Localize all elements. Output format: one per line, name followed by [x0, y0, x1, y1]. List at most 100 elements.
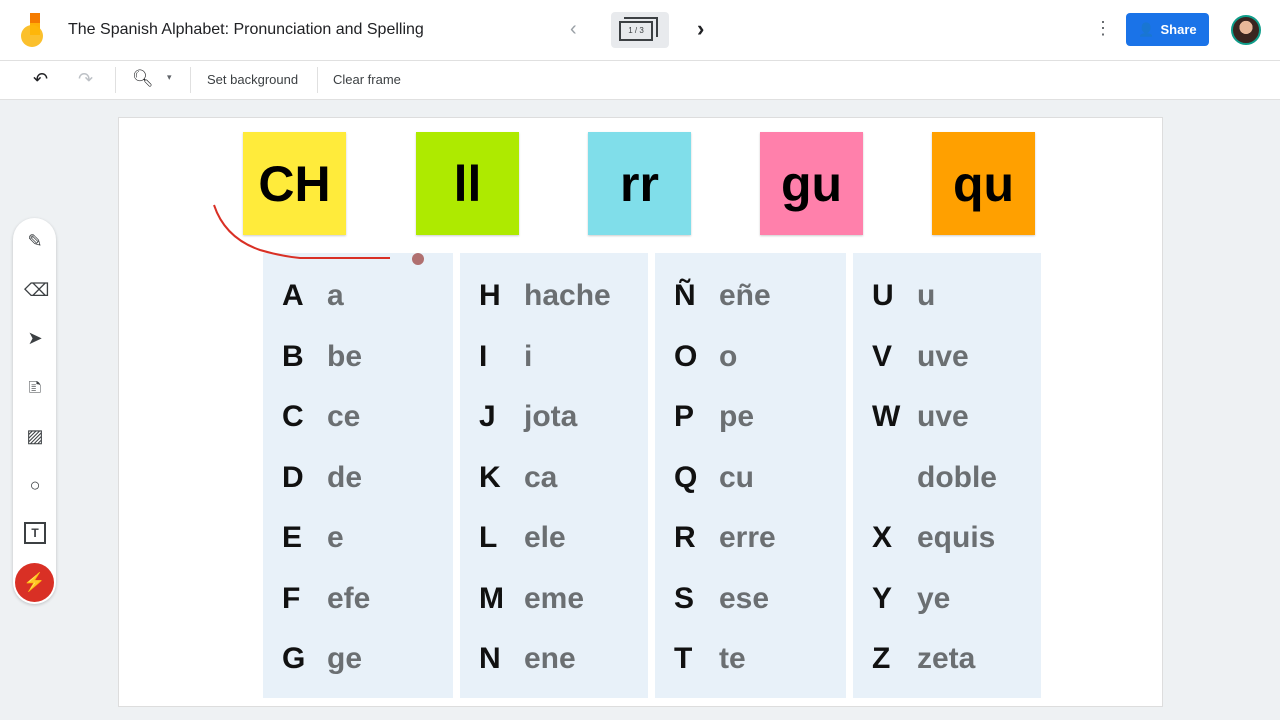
- letter-name: a: [327, 279, 344, 312]
- letter-row: Wuve: [872, 397, 969, 437]
- letter-name: e: [327, 521, 344, 554]
- letter-name: ele: [524, 521, 566, 554]
- letter-row: Nene: [479, 639, 576, 679]
- letter-name: ca: [524, 460, 558, 494]
- letter: G: [282, 642, 306, 675]
- letter-row: doble: [872, 458, 997, 498]
- sticky-note[interactable]: gu: [760, 132, 863, 235]
- letter-row: Aa: [282, 276, 344, 316]
- letter-name: hache: [524, 279, 611, 312]
- sticky-note[interactable]: rr: [588, 132, 691, 235]
- letter-name: ese: [719, 581, 770, 615]
- letter: Ñ: [674, 279, 696, 312]
- pen-icon[interactable]: ✎: [24, 230, 46, 252]
- letter-row: Vuve: [872, 337, 969, 377]
- alphabet-column[interactable]: Ñeñe Oo Ppe Qcu Rerre Sese Tte: [655, 253, 846, 698]
- letter-name: uve: [917, 400, 969, 433]
- sticky-note[interactable]: CH: [243, 132, 346, 235]
- letter-row: Tte: [674, 639, 746, 679]
- letter-row: Hhache: [479, 276, 611, 316]
- letter-name: efe: [327, 581, 371, 615]
- letter: O: [674, 339, 698, 373]
- letter-row: Qcu: [674, 458, 754, 498]
- letter-row: Kca: [479, 458, 557, 498]
- more-options-icon[interactable]: ⋮: [1094, 18, 1112, 39]
- letter-name: ce: [327, 400, 361, 433]
- letter: V: [872, 339, 893, 373]
- share-button[interactable]: 👤 Share: [1126, 13, 1209, 46]
- prev-frame-button[interactable]: ‹: [570, 18, 577, 41]
- avatar[interactable]: [1231, 15, 1261, 45]
- letter: I: [479, 339, 488, 373]
- clear-frame-button[interactable]: Clear frame: [333, 72, 401, 87]
- letter-name: ye: [917, 581, 951, 615]
- letter-name: zeta: [917, 642, 976, 675]
- letter-name: u: [917, 279, 936, 312]
- letter-name: jota: [524, 400, 578, 433]
- letter-row: Dde: [282, 458, 362, 498]
- letter: E: [282, 521, 303, 554]
- text-box-icon[interactable]: T: [24, 522, 46, 545]
- zoom-icon[interactable]: 🔍︎: [132, 69, 154, 89]
- alphabet-column[interactable]: Hhache Ii Jjota Kca Lele Meme Nene: [460, 253, 648, 698]
- letter: X: [872, 521, 893, 554]
- letter-name: be: [327, 339, 363, 373]
- letter: K: [479, 460, 501, 494]
- alphabet-column[interactable]: Aa Bbe Cce Dde Ee Fefe Gge: [263, 253, 453, 698]
- alphabet-column[interactable]: Uu Vuve Wuve doble Xequis Yye Zzeta: [853, 253, 1041, 698]
- letter-name: ene: [524, 642, 576, 675]
- frame-bar-button[interactable]: 1 / 3: [611, 12, 669, 48]
- letter-name: eñe: [719, 279, 771, 312]
- letter: N: [479, 642, 501, 675]
- undo-icon[interactable]: ↶: [33, 69, 48, 90]
- next-frame-button[interactable]: ›: [697, 16, 704, 42]
- letter-row: Gge: [282, 639, 362, 679]
- letter-row: Yye: [872, 579, 950, 619]
- laser-icon[interactable]: ⚡: [15, 562, 54, 602]
- letter-name: de: [327, 460, 363, 494]
- letter: P: [674, 400, 695, 433]
- letter-name: cu: [719, 460, 755, 494]
- letter-name: eme: [524, 581, 585, 615]
- letter-row: Lele: [479, 518, 566, 558]
- set-background-button[interactable]: Set background: [207, 72, 298, 87]
- letter-row: Meme: [479, 579, 584, 619]
- letter-row: Fefe: [282, 579, 370, 619]
- letter: S: [674, 581, 695, 615]
- letter: A: [282, 279, 304, 312]
- letter-name: uve: [917, 339, 969, 373]
- top-bar: The Spanish Alphabet: Pronunciation and …: [0, 0, 1280, 61]
- letter-row: Ñeñe: [674, 276, 771, 316]
- letter: Q: [674, 460, 698, 494]
- sticky-note[interactable]: qu: [932, 132, 1035, 235]
- circle-icon[interactable]: ○: [24, 474, 46, 496]
- letter: F: [282, 581, 301, 615]
- letter-row: Uu: [872, 276, 935, 316]
- divider: [115, 67, 116, 93]
- letter: L: [479, 521, 498, 554]
- redo-icon[interactable]: ↷: [78, 69, 93, 90]
- divider: [317, 67, 318, 93]
- letter-row: Zzeta: [872, 639, 975, 679]
- letter: C: [282, 400, 304, 433]
- select-icon[interactable]: ➤: [24, 327, 46, 349]
- letter: J: [479, 400, 496, 433]
- letter-name: o: [719, 339, 738, 373]
- share-label: Share: [1160, 22, 1197, 37]
- letter-name: i: [524, 339, 533, 373]
- zoom-dropdown-icon[interactable]: ▾: [167, 72, 172, 83]
- side-toolbar: ✎ ⌫ ➤ 🗈 ▨ ○ T ⚡: [13, 218, 56, 604]
- letter-name: pe: [719, 400, 755, 433]
- letter-row: Ppe: [674, 397, 754, 437]
- letter: H: [479, 279, 501, 312]
- person-icon: 👤: [1138, 21, 1155, 37]
- letter-row: Ee: [282, 518, 344, 558]
- sticky-note-icon[interactable]: 🗈: [24, 376, 46, 398]
- image-icon[interactable]: ▨: [24, 425, 46, 447]
- letter-row: Rerre: [674, 518, 776, 558]
- sticky-note[interactable]: ll: [416, 132, 519, 235]
- board-title[interactable]: The Spanish Alphabet: Pronunciation and …: [68, 21, 424, 39]
- eraser-icon[interactable]: ⌫: [24, 279, 49, 301]
- letter-row: Sese: [674, 579, 769, 619]
- letter-name: doble: [917, 460, 997, 494]
